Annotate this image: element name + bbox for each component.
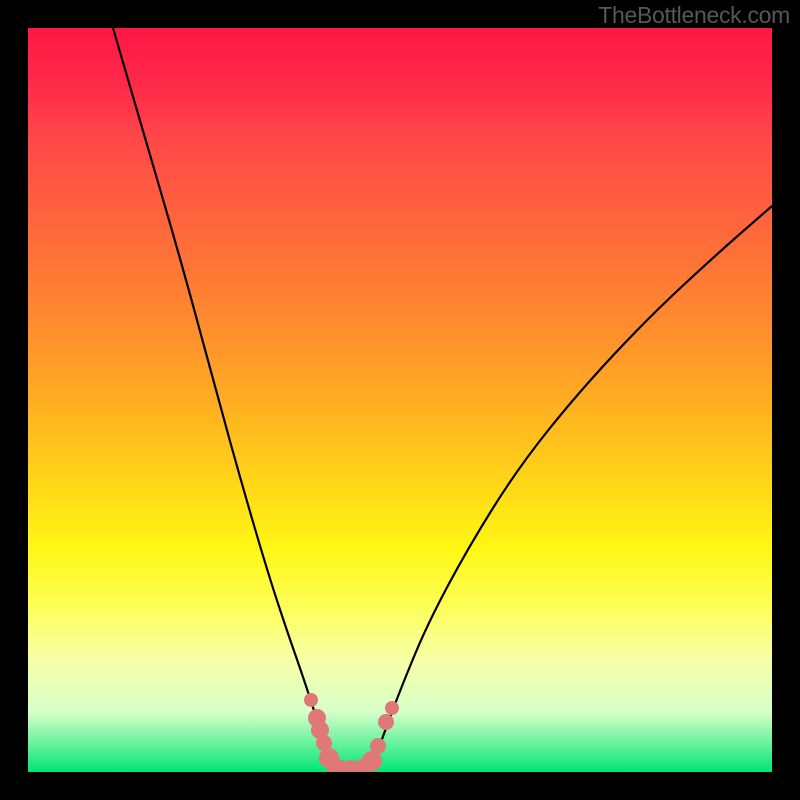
right-curve — [368, 206, 772, 772]
data-marker — [304, 693, 318, 707]
data-marker — [362, 751, 382, 771]
chart-frame: TheBottleneck.com — [0, 0, 800, 800]
data-marker — [370, 738, 386, 754]
plot-area — [28, 28, 772, 772]
data-marker — [385, 701, 399, 715]
data-marker — [378, 714, 394, 730]
watermark-text: TheBottleneck.com — [598, 2, 790, 29]
left-curve — [113, 28, 334, 772]
curve-svg — [28, 28, 772, 772]
